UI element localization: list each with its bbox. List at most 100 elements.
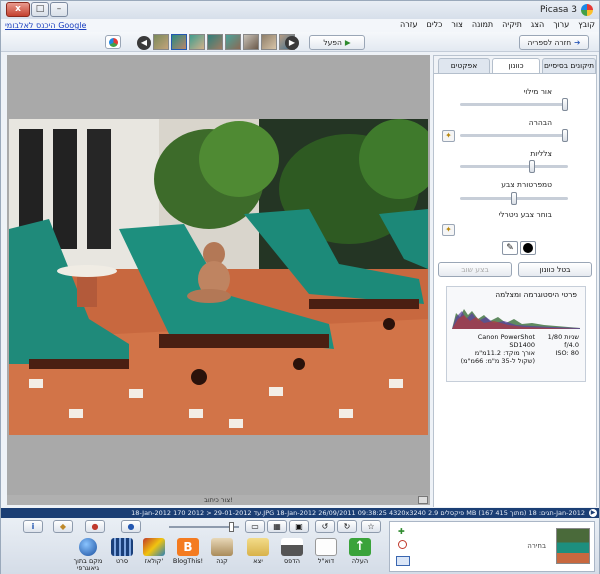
menu-edit[interactable]: ערוך: [553, 20, 569, 29]
shop-button[interactable]: קנה: [205, 538, 239, 572]
caption-placeholder: צור כיתוב!: [204, 496, 233, 504]
person-icon: ●: [127, 522, 135, 531]
maximize-button[interactable]: □: [31, 2, 49, 17]
undo-tuning-button[interactable]: בטל כוונון: [518, 262, 592, 277]
menu-tools[interactable]: כלים: [427, 20, 443, 29]
thumbnail-size-slider[interactable]: [169, 522, 239, 532]
neutral-color-swatch[interactable]: [520, 241, 536, 255]
color-temperature-slider[interactable]: [460, 192, 568, 205]
fill-light-label: אור מילוי: [523, 87, 552, 96]
back-to-library-label: חזרה לספריה: [527, 38, 572, 47]
exposure-info: 1/80 שניות f/4.0 ISO: 80: [548, 333, 579, 357]
pin-icon[interactable]: ✚: [398, 527, 405, 536]
photo-tray-selection[interactable]: ✚ בחירה: [389, 521, 595, 572]
tags-button[interactable]: ◆: [53, 520, 73, 533]
magic-wand-icon[interactable]: ✦: [442, 130, 455, 142]
previous-photo-button[interactable]: ◀: [137, 36, 151, 50]
print-button[interactable]: הדפס: [275, 538, 309, 572]
selection-label: בחירה: [527, 542, 546, 550]
filmstrip-thumb[interactable]: [207, 34, 223, 50]
caption-bar[interactable]: צור כיתוב!: [7, 495, 430, 505]
info-button[interactable]: i: [23, 520, 43, 533]
map-pin-icon: ●: [91, 522, 99, 531]
highlights-knob[interactable]: [562, 129, 568, 142]
redo-button[interactable]: בצע שוב: [438, 262, 512, 277]
star-button[interactable]: ☆: [361, 520, 381, 533]
fill-light-knob[interactable]: [562, 98, 568, 111]
print-label: הדפס: [283, 557, 301, 565]
color-wheel-button[interactable]: [105, 35, 121, 49]
shadows-slider[interactable]: [460, 160, 568, 173]
fill-light-slider[interactable]: [460, 98, 568, 111]
photo[interactable]: [9, 119, 428, 435]
color-temperature-knob[interactable]: [511, 192, 517, 205]
email-label: דוא"ל: [317, 557, 335, 565]
neutral-color-picker-label: בוחר צבע ניטרלי: [498, 210, 552, 219]
minimize-button[interactable]: –: [50, 2, 68, 17]
menu-create[interactable]: צור: [451, 20, 462, 29]
focal-length: אורך מוקד: 11.2מ"מ: [474, 349, 535, 357]
app-title: Picasa 3: [540, 5, 577, 15]
export-button[interactable]: יצא: [241, 538, 275, 572]
filmstrip-thumb[interactable]: [153, 34, 169, 50]
tab-basic-fixes[interactable]: תיקונים בסיסיים: [542, 58, 596, 73]
edit-panel: תיקונים בסיסיים כוונון אפקטים אור מילוי …: [433, 55, 597, 507]
auto-color-wand-icon[interactable]: ✦: [442, 224, 455, 236]
shadows-label: צלליות: [530, 149, 552, 158]
toolbar: ◀ ▶ הפעל ▶ חזרה לספריה ➔: [1, 32, 599, 52]
upload-button[interactable]: ↑ העלה: [343, 538, 377, 572]
next-photo-button[interactable]: ▶: [285, 36, 299, 50]
shutter-speed: 1/80 שניות: [547, 333, 579, 341]
blogthis-button[interactable]: B BlogThis!: [171, 538, 205, 572]
clear-icon[interactable]: [398, 540, 407, 549]
add-to-album-icon[interactable]: [396, 556, 410, 566]
menu-help[interactable]: עזרה: [400, 20, 418, 29]
collage-button[interactable]: קולאז': [137, 538, 171, 572]
places-button[interactable]: ●: [85, 520, 105, 533]
highlights-slider[interactable]: [460, 129, 568, 142]
email-button[interactable]: דוא"ל: [309, 538, 343, 572]
menu-view[interactable]: הצג: [531, 20, 544, 29]
collage-label: קולאז': [144, 557, 164, 565]
menu-file[interactable]: קובץ: [578, 20, 595, 29]
people-button[interactable]: ●: [121, 520, 141, 533]
google-albums-link[interactable]: היכנס לאלבומי Google: [5, 21, 86, 30]
globe-icon: [79, 538, 97, 556]
tab-effects[interactable]: אפקטים: [438, 58, 490, 73]
menu-picture[interactable]: תמונה: [472, 20, 493, 29]
filmstrip-thumb[interactable]: [261, 34, 277, 50]
collage-icon: [143, 538, 165, 556]
arrow-right-icon: ➔: [574, 38, 581, 47]
filmstrip: [153, 34, 295, 50]
tab-tuning[interactable]: כוונון: [492, 58, 540, 73]
thumbnail-size-knob[interactable]: [229, 522, 234, 532]
filmstrip-thumb[interactable]: [171, 34, 187, 50]
play-slideshow-button[interactable]: הפעל ▶: [309, 35, 365, 50]
filmstrip-thumb[interactable]: [225, 34, 241, 50]
view-mode-button-3[interactable]: ▣: [289, 520, 309, 533]
highlights-label: הבהרה: [528, 118, 552, 127]
histogram-chart: [452, 309, 580, 329]
star-icon: ☆: [367, 522, 375, 531]
filmstrip-thumb[interactable]: [189, 34, 205, 50]
folder-icon: [247, 538, 269, 556]
menu-folder[interactable]: תיקיה: [502, 20, 522, 29]
back-to-library-button[interactable]: חזרה לספריה ➔: [519, 35, 589, 50]
rotate-right-button[interactable]: ↻: [337, 520, 357, 533]
view-mode-button[interactable]: ▭: [245, 520, 265, 533]
eyedropper-icon[interactable]: ✎: [502, 241, 518, 255]
menu-bar: קובץ ערוך הצג תיקיה תמונה צור כלים עזרה …: [1, 19, 599, 32]
single-view-icon: ▣: [295, 522, 303, 531]
rotate-left-button[interactable]: ↺: [315, 520, 335, 533]
status-arrow-icon[interactable]: ▶: [589, 509, 597, 517]
picasa-window: x □ – Picasa 3 קובץ ערוך הצג תיקיה תמונה…: [0, 0, 600, 574]
close-button[interactable]: x: [6, 2, 30, 17]
filmstrip-thumb[interactable]: [243, 34, 259, 50]
blogthis-label: BlogThis!: [172, 557, 204, 565]
shadows-knob[interactable]: [529, 160, 535, 173]
selected-photo-thumbnail[interactable]: [556, 528, 590, 564]
view-mode-button-2[interactable]: ▦: [267, 520, 287, 533]
caption-toggle-button[interactable]: [418, 496, 428, 504]
geotag-button[interactable]: מקם בתוך גיאוגרפי: [71, 538, 105, 572]
movie-button[interactable]: סרט: [105, 538, 139, 572]
